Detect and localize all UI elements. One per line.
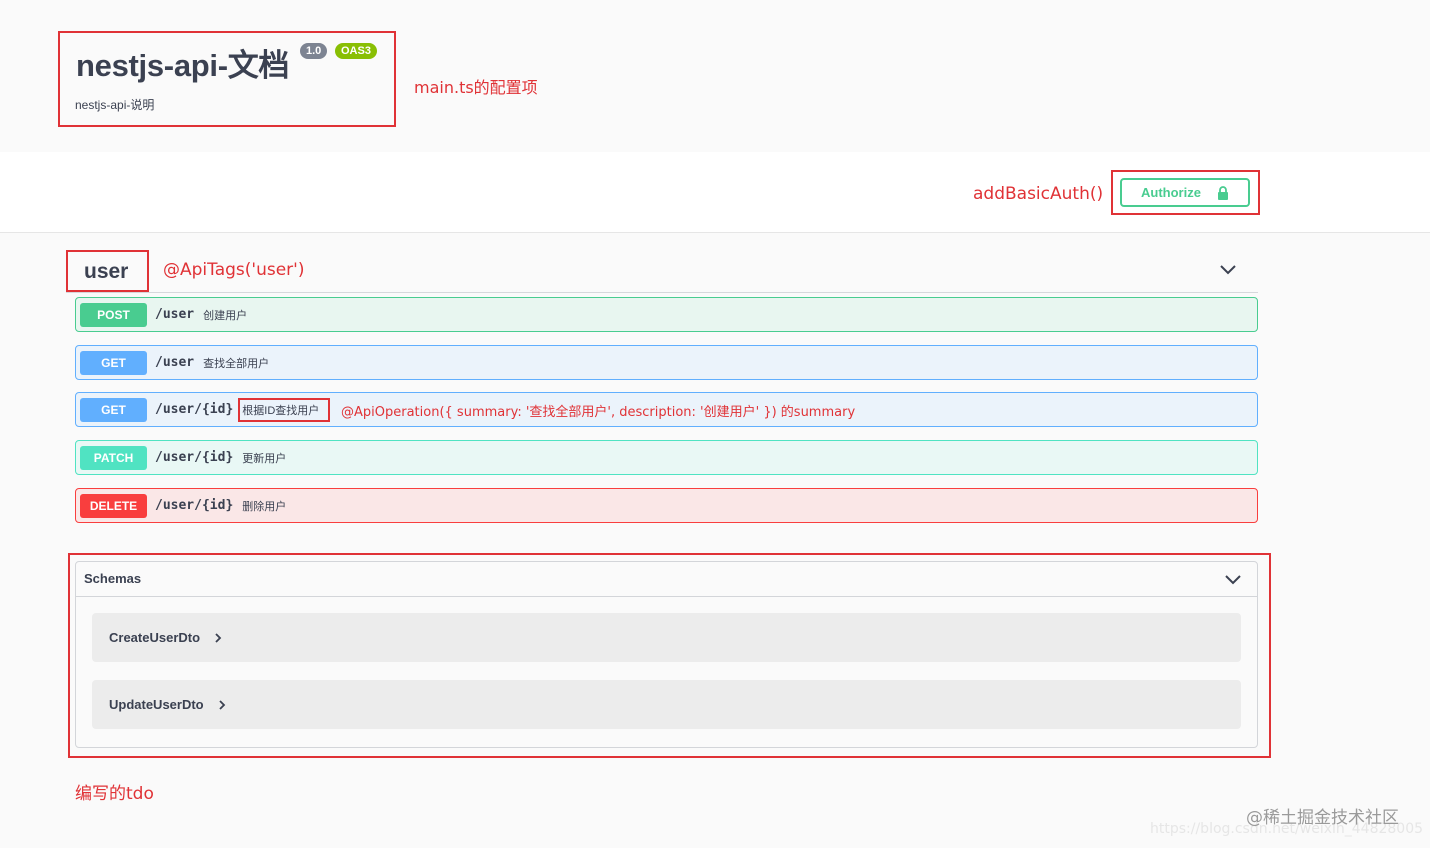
operation-path: /user [155, 307, 195, 322]
operation-summary: 删除用户 [242, 500, 287, 513]
method-badge: POST [80, 302, 147, 327]
annotation-main-config: main.ts的配置项 [414, 78, 538, 97]
operation-post-user[interactable]: POST /user 创建用户 [75, 297, 1258, 332]
operation-path: /user/{id} [155, 402, 234, 417]
method-badge: GET [80, 350, 147, 375]
annotation-dto-note: 编写的tdo [75, 784, 154, 804]
annotation-api-tags: @ApiTags('user') [163, 260, 305, 280]
method-badge: DELETE [80, 493, 147, 518]
summary-highlight-box [238, 398, 330, 422]
watermark-brand: @稀土掘金技术社区 [1246, 808, 1399, 828]
operation-delete-user[interactable]: DELETE /user/{id} 删除用户 [75, 488, 1258, 523]
operation-summary: 查找全部用户 [203, 357, 270, 370]
operation-summary: 更新用户 [242, 452, 287, 465]
method-badge: PATCH [80, 445, 147, 470]
operation-patch-user[interactable]: PATCH /user/{id} 更新用户 [75, 440, 1258, 475]
operation-path: /user [155, 355, 195, 370]
operation-path: /user/{id} [155, 498, 234, 513]
annotation-basic-auth: addBasicAuth() [973, 184, 1104, 204]
schemas-highlight-box [68, 553, 1271, 758]
tag-highlight-box [66, 250, 149, 292]
header-highlight-box [58, 31, 396, 127]
chevron-down-icon[interactable] [1218, 262, 1238, 276]
operation-get-users[interactable]: GET /user 查找全部用户 [75, 345, 1258, 380]
annotation-api-operation: @ApiOperation({ summary: '查找全部用户', descr… [341, 405, 856, 420]
authorize-highlight-box [1111, 170, 1260, 215]
method-badge: GET [80, 397, 147, 422]
operation-summary: 创建用户 [203, 309, 248, 322]
operation-path: /user/{id} [155, 450, 234, 465]
